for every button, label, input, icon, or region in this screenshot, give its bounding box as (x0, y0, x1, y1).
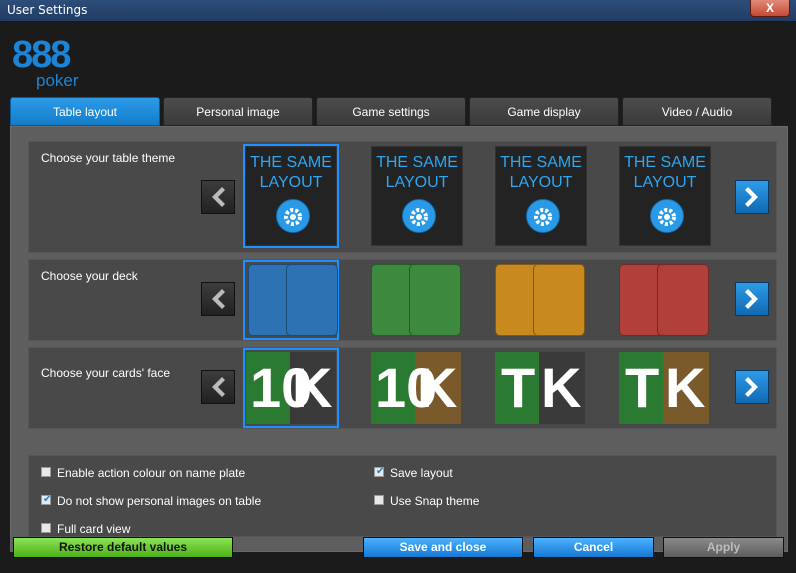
theme-prev-button[interactable] (201, 180, 235, 214)
face-preview: T K (495, 352, 585, 424)
cancel-button[interactable]: Cancel (533, 537, 654, 558)
face-right-char: K (541, 356, 582, 419)
face-option[interactable]: T K (619, 350, 711, 426)
checkbox-label: Use Snap theme (390, 494, 480, 508)
card-back (657, 264, 709, 336)
gear-icon (276, 199, 310, 233)
theme-option-text: THE SAME LAYOUT (250, 154, 332, 191)
theme-option-text: THE SAME LAYOUT (376, 154, 458, 191)
deck-next-button[interactable] (735, 282, 769, 316)
tab-personal-image[interactable]: Personal image (163, 97, 313, 126)
face-preview: 10 K (371, 352, 461, 424)
theme-option[interactable]: THE SAME LAYOUT (371, 146, 463, 246)
checkbox-box[interactable] (374, 495, 384, 505)
deck-label: Choose your deck (41, 269, 138, 283)
theme-label: Choose your table theme (41, 151, 176, 165)
title-bar: User Settings X (0, 0, 796, 22)
card-back (409, 264, 461, 336)
face-next-button[interactable] (735, 370, 769, 404)
checkbox-label: Save layout (390, 466, 453, 480)
face-preview: 10 K (246, 352, 336, 424)
face-right-char: K (417, 356, 458, 419)
deck-option[interactable] (495, 262, 587, 338)
face-label: Choose your cards' face (41, 366, 171, 380)
deck-preview (248, 264, 338, 336)
tab-video-audio[interactable]: Video / Audio (622, 97, 772, 126)
face-panel: Choose your cards' face 10 K 10 K T K T … (28, 347, 777, 429)
theme-option[interactable]: THE SAME LAYOUT (495, 146, 587, 246)
deck-option[interactable] (243, 260, 339, 340)
face-left-char: T (625, 356, 660, 419)
gear-icon (402, 199, 436, 233)
deck-preview (495, 264, 585, 336)
deck-preview (371, 264, 461, 336)
logo-number: 888 (12, 34, 71, 76)
gear-icon (650, 199, 684, 233)
theme-option-text: THE SAME LAYOUT (500, 154, 582, 191)
checkbox-box[interactable] (41, 467, 51, 477)
window-title: User Settings (7, 3, 88, 17)
chevron-left-icon (212, 377, 225, 397)
checkbox-label: Enable action colour on name plate (57, 466, 246, 480)
theme-option[interactable]: THE SAME LAYOUT (619, 146, 711, 246)
save-and-close-button[interactable]: Save and close (363, 537, 523, 558)
chevron-right-icon (745, 377, 758, 397)
tab-table-layout[interactable]: Table layout (10, 97, 160, 126)
face-option[interactable]: 10 K (243, 348, 339, 428)
deck-option[interactable] (619, 262, 711, 338)
logo-subtitle: poker (36, 71, 79, 90)
theme-next-button[interactable] (735, 180, 769, 214)
checkbox-box[interactable] (41, 493, 51, 507)
restore-defaults-button[interactable]: Restore default values (13, 537, 233, 558)
face-option[interactable]: T K (495, 350, 587, 426)
chevron-right-icon (745, 187, 758, 207)
card-back (286, 264, 338, 336)
face-right-char: K (665, 356, 706, 419)
checkbox-box[interactable] (374, 465, 384, 479)
checkbox-label: Full card view (57, 522, 131, 536)
face-right-char: K (292, 356, 333, 419)
theme-option[interactable]: THE SAME LAYOUT (243, 144, 339, 248)
tab-game-settings[interactable]: Game settings (316, 97, 466, 126)
deck-option[interactable] (371, 262, 463, 338)
checkbox-label: Do not show personal images on table (57, 494, 262, 508)
logo: 888 poker (12, 36, 86, 92)
deck-preview (619, 264, 709, 336)
deck-prev-button[interactable] (201, 282, 235, 316)
tab-game-display[interactable]: Game display (469, 97, 619, 126)
face-option[interactable]: 10 K (371, 350, 463, 426)
chevron-left-icon (212, 289, 225, 309)
card-back (533, 264, 585, 336)
face-prev-button[interactable] (201, 370, 235, 404)
theme-option-text: THE SAME LAYOUT (624, 154, 706, 191)
settings-window: 888 poker Table layout Personal image Ga… (2, 22, 794, 571)
close-button[interactable]: X (750, 0, 790, 17)
checkbox-box[interactable] (41, 523, 51, 533)
options-panel: Enable action colour on name plate Do no… (28, 455, 777, 537)
tab-content: Choose your table theme THE SAME LAYOUT … (10, 126, 788, 552)
face-preview: T K (619, 352, 709, 424)
chevron-right-icon (745, 289, 758, 309)
deck-panel: Choose your deck (28, 259, 777, 341)
chevron-left-icon (212, 187, 225, 207)
face-left-char: T (501, 356, 536, 419)
theme-panel: Choose your table theme THE SAME LAYOUT … (28, 141, 777, 253)
gear-icon (526, 199, 560, 233)
apply-button[interactable]: Apply (663, 537, 784, 558)
